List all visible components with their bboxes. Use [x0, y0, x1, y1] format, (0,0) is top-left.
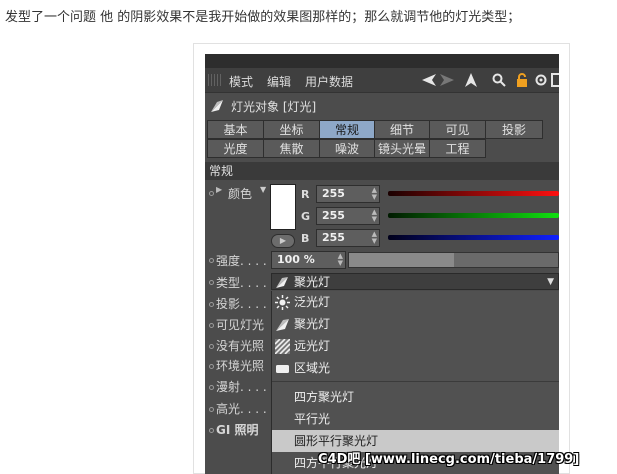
- no-light-label: 没有光照: [216, 339, 265, 353]
- tab-noise[interactable]: 噪波: [319, 139, 375, 158]
- spot-light-icon: [209, 98, 225, 114]
- channel-b-slider[interactable]: [388, 235, 559, 240]
- light-type-dropdown: 泛光灯 聚光灯 远光灯 区域光 四方聚光灯 平行光 圆形平行聚光灯 四方平行聚光…: [271, 291, 559, 474]
- channel-g-label: G: [301, 210, 311, 223]
- tab-visibility[interactable]: 可见: [429, 120, 486, 139]
- settings-icon[interactable]: [533, 72, 549, 88]
- infinite-light-icon: [274, 338, 291, 355]
- param-dot[interactable]: [209, 344, 214, 349]
- omni-light-icon: [275, 295, 290, 310]
- dropdown-item-square-spot[interactable]: 四方聚光灯: [272, 386, 559, 408]
- color-menu-arrow-icon[interactable]: ▼: [260, 185, 266, 194]
- param-dot[interactable]: [209, 428, 214, 433]
- tab-details[interactable]: 细节: [374, 120, 430, 139]
- spot-light-icon: [275, 317, 290, 332]
- channel-b-field[interactable]: 255 ▲ ▼: [316, 229, 380, 247]
- dropdown-separator: [272, 381, 559, 382]
- shadow-label: 投影. . . .: [216, 297, 267, 311]
- dropdown-item-parallel[interactable]: 平行光: [272, 408, 559, 430]
- intensity-field[interactable]: 100 % ▲ ▼: [271, 251, 346, 269]
- tab-general[interactable]: 常规: [319, 120, 375, 139]
- tab-caustics[interactable]: 焦散: [263, 139, 320, 158]
- chevron-down-icon: ▼: [547, 277, 554, 287]
- param-dot[interactable]: [209, 302, 214, 307]
- pointer-up-icon[interactable]: [463, 72, 479, 88]
- ambient-label: 环境光照: [216, 359, 265, 373]
- dropdown-item-spot[interactable]: 聚光灯: [272, 313, 559, 335]
- color-mode-toggle[interactable]: ▶: [271, 234, 295, 248]
- channel-r-slider[interactable]: [388, 191, 559, 196]
- menu-edit[interactable]: 编辑: [267, 73, 291, 90]
- lock-icon[interactable]: [514, 72, 530, 88]
- search-icon[interactable]: [491, 72, 507, 88]
- channel-g-slider[interactable]: [388, 213, 559, 218]
- object-title: 灯光对象 [灯光]: [231, 100, 317, 114]
- tab-photometric[interactable]: 光度: [207, 139, 264, 158]
- new-panel-icon[interactable]: [551, 72, 559, 88]
- channel-r-label: R: [301, 188, 310, 201]
- spot-light-icon: [275, 275, 289, 289]
- tab-coord[interactable]: 坐标: [263, 120, 320, 139]
- specular-label: 高光. . . .: [216, 402, 267, 416]
- back-arrow-icon[interactable]: [421, 72, 437, 88]
- param-dot[interactable]: [209, 258, 214, 263]
- light-type-select[interactable]: 聚光灯 ▼: [271, 273, 559, 290]
- param-dot[interactable]: [209, 364, 214, 369]
- channel-g-field[interactable]: 255 ▲ ▼: [316, 207, 380, 225]
- param-dot[interactable]: [209, 323, 214, 328]
- forward-arrow-icon[interactable]: [439, 72, 455, 88]
- visible-light-label: 可见灯光: [216, 318, 265, 332]
- channel-r-field[interactable]: 255 ▲ ▼: [316, 185, 380, 203]
- grip-handle-icon[interactable]: [208, 74, 222, 86]
- attribute-manager-panel: 模式 编辑 用户数据 灯光对象 [灯光] 基本 坐标 常规 细节 可见 投影 光…: [205, 54, 559, 474]
- watermark-text: C4D吧 [www.linecg.com/tieba/1799]: [318, 452, 580, 467]
- area-light-icon: [275, 361, 290, 376]
- color-swatch[interactable]: [270, 184, 296, 230]
- param-dot[interactable]: [209, 280, 214, 285]
- intensity-slider-fill: [349, 253, 454, 267]
- tab-lens-flare[interactable]: 镜头光晕: [374, 139, 430, 158]
- param-dot[interactable]: [209, 191, 214, 196]
- tab-project[interactable]: 工程: [429, 139, 486, 158]
- intensity-slider[interactable]: [348, 252, 559, 268]
- caption-text: 发型了一个问题 他 的阴影效果不是我开始做的效果图那样的；那么就调节他的灯光类型…: [5, 10, 521, 25]
- param-dot[interactable]: [209, 407, 214, 412]
- top-strip: [205, 54, 559, 68]
- menu-mode[interactable]: 模式: [229, 73, 253, 90]
- dropdown-item-omni[interactable]: 泛光灯: [272, 291, 559, 313]
- channel-b-label: B: [301, 232, 310, 245]
- tab-basic[interactable]: 基本: [207, 120, 264, 139]
- gi-label: GI 照明: [216, 423, 259, 437]
- dropdown-item-infinite[interactable]: 远光灯: [272, 335, 559, 357]
- dropdown-item-area[interactable]: 区域光: [272, 357, 559, 379]
- color-label: 颜色: [228, 187, 253, 201]
- section-header-general: 常规: [205, 162, 559, 180]
- tab-shadow[interactable]: 投影: [485, 120, 543, 139]
- type-label: 类型. . . .: [216, 276, 267, 290]
- menu-user-data[interactable]: 用户数据: [305, 73, 353, 90]
- expand-arrow-icon[interactable]: ▶: [216, 185, 222, 194]
- object-title-row: 灯光对象 [灯光]: [205, 95, 559, 117]
- intensity-label: 强度. . . .: [216, 254, 267, 268]
- param-dot[interactable]: [209, 385, 214, 390]
- light-type-value: 聚光灯: [294, 275, 331, 289]
- diffuse-label: 漫射. . . .: [216, 380, 267, 394]
- menu-bar: 模式 编辑 用户数据: [205, 68, 559, 93]
